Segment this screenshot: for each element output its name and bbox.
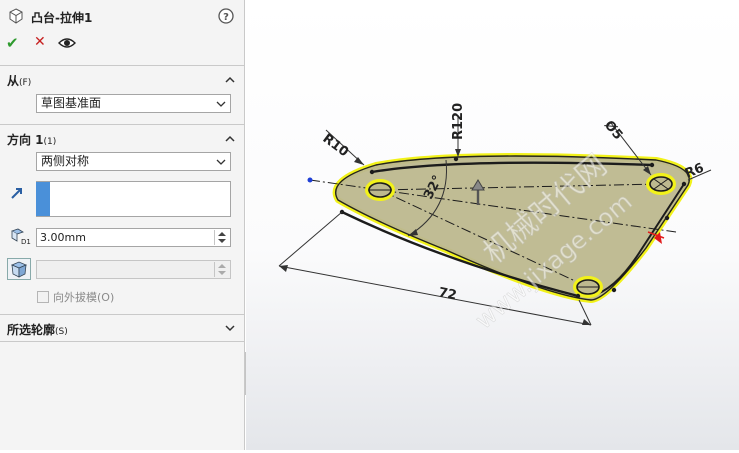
graphics-viewport[interactable]: R10 R120 Ø5 R6 32° 72 机械时代网 www.jixage.c… <box>246 0 739 450</box>
dimension-r6: R6 <box>683 161 706 182</box>
depth-dimension-icon: D1 <box>11 228 31 246</box>
svg-text:D1: D1 <box>21 238 31 246</box>
from-section-title[interactable]: 从(F) <box>7 72 31 89</box>
boss-extrude-cube-icon <box>9 8 23 24</box>
depth-spinner[interactable] <box>214 230 229 245</box>
hole-left <box>365 179 395 201</box>
divider <box>0 124 245 125</box>
draft-outward-checkbox[interactable]: 向外拔模(O) <box>37 289 114 305</box>
chevron-up-icon[interactable] <box>224 133 236 145</box>
checkbox-box[interactable] <box>37 291 49 303</box>
ok-button[interactable]: ✔ <box>6 34 19 52</box>
cancel-button[interactable]: ✕ <box>34 34 46 50</box>
draft-cube-icon <box>10 261 28 278</box>
feature-header: 凸台-拉伸1 ? <box>0 0 245 32</box>
divider <box>0 314 245 315</box>
feature-title: 凸台-拉伸1 <box>31 11 93 25</box>
dimension-72: 72 <box>437 285 458 303</box>
selection-color-swatch <box>36 182 50 216</box>
property-manager-panel: 凸台-拉伸1 ? ✔ ✕ 从(F) 草图基准面 方向 1(1) 两侧对称 D1 … <box>0 0 245 450</box>
divider <box>0 65 245 66</box>
origin-point <box>307 177 313 183</box>
chevron-down-icon <box>216 159 226 165</box>
contours-section-title[interactable]: 所选轮廓(S) <box>7 321 68 338</box>
svg-text:?: ? <box>223 12 229 23</box>
chevron-down-icon[interactable] <box>224 322 236 334</box>
reverse-direction-arrow-icon[interactable] <box>10 186 24 200</box>
action-bar: ✔ ✕ <box>0 33 245 55</box>
eye-icon[interactable] <box>58 37 76 49</box>
chevron-up-icon[interactable] <box>224 74 236 86</box>
sketch-canvas: R10 R120 Ø5 R6 32° 72 机械时代网 www.jixage.c… <box>278 103 712 335</box>
from-select[interactable]: 草图基准面 <box>36 94 231 113</box>
hole-bottom <box>573 276 603 298</box>
draft-toggle-button[interactable] <box>7 258 31 280</box>
hole-right <box>646 173 676 195</box>
end-condition-select[interactable]: 两侧对称 <box>36 152 231 171</box>
dimension-r120: R120 <box>451 103 466 140</box>
divider <box>0 341 245 342</box>
draft-angle-spinner[interactable] <box>214 262 229 277</box>
draft-angle-input[interactable] <box>36 260 231 279</box>
question-circle-icon[interactable]: ? <box>218 8 234 24</box>
direction-reference-field[interactable] <box>36 181 231 217</box>
direction-section-title[interactable]: 方向 1(1) <box>7 131 56 148</box>
chevron-down-icon <box>216 101 226 107</box>
dimension-r10: R10 <box>320 131 351 160</box>
dimension-diameter-5: Ø5 <box>601 118 625 143</box>
depth-input[interactable]: 3.00mm <box>36 228 231 247</box>
